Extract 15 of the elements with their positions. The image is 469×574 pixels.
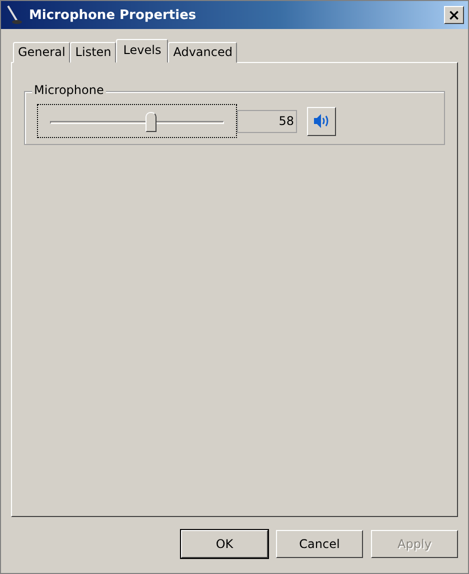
microphone-icon bbox=[5, 5, 23, 25]
dialog-button[interactable]: OK bbox=[181, 530, 268, 558]
window-title: Microphone Properties bbox=[29, 8, 198, 22]
level-reading: 58 bbox=[237, 110, 297, 132]
tab[interactable]: Levels bbox=[116, 39, 168, 63]
dialog-button[interactable]: Cancel bbox=[276, 530, 363, 558]
slider-thumb[interactable] bbox=[145, 112, 156, 132]
close-button[interactable]: × bbox=[444, 6, 464, 24]
tab[interactable]: Advanced bbox=[168, 42, 238, 63]
speaker-icon bbox=[312, 113, 330, 129]
tab[interactable]: Listen bbox=[70, 42, 116, 63]
tab[interactable]: General bbox=[13, 42, 70, 63]
group-title: Microphone bbox=[32, 83, 106, 97]
volume-slider[interactable] bbox=[37, 104, 237, 138]
mute-button[interactable] bbox=[307, 106, 336, 136]
